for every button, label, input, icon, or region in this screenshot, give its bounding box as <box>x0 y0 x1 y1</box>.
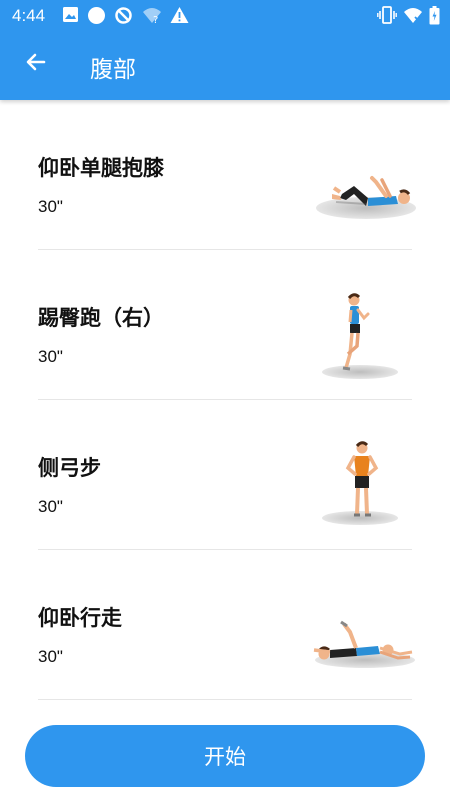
exercise-illustration <box>310 434 420 544</box>
exercise-duration: 30" <box>38 497 63 516</box>
svg-text:?: ? <box>153 15 158 24</box>
exercise-name: 侧弓步 <box>38 456 101 480</box>
exercise-item[interactable]: 仰卧行走 30" <box>38 550 415 700</box>
image-icon <box>62 6 79 27</box>
wifi-off-icon <box>403 6 423 28</box>
exercise-name: 踢臀跑（右） <box>38 306 164 330</box>
exercise-item[interactable]: 侧弓步 30" <box>38 400 412 550</box>
exercise-item[interactable]: 仰卧单腿抱膝 30" <box>38 100 416 250</box>
wifi-unknown-icon: ? <box>142 6 162 28</box>
top-bar: 4:44 ? 腹部 <box>0 0 450 100</box>
exercise-illustration <box>310 284 420 394</box>
page-title: 腹部 <box>90 57 136 83</box>
vibrate-icon <box>377 6 397 28</box>
warning-icon <box>170 6 189 28</box>
circle-icon <box>87 6 106 29</box>
exercise-duration: 30" <box>38 647 63 666</box>
exercise-duration: 30" <box>38 197 63 216</box>
status-bar: 4:44 ? <box>0 0 450 32</box>
exercise-name: 仰卧行走 <box>38 606 122 630</box>
app-bar: 腹部 <box>0 32 450 100</box>
arrow-back-icon <box>24 50 48 78</box>
exercise-duration: 30" <box>38 347 63 366</box>
sync-off-icon <box>114 6 133 29</box>
exercise-illustration <box>310 134 420 244</box>
exercise-name: 仰卧单腿抱膝 <box>38 156 164 180</box>
start-button[interactable]: 开始 <box>25 725 425 787</box>
exercise-item[interactable]: 踢臀跑（右） 30" <box>38 250 412 400</box>
battery-icon <box>429 6 440 29</box>
exercise-illustration <box>310 584 420 694</box>
status-time: 4:44 <box>12 6 46 25</box>
back-button[interactable] <box>14 42 58 86</box>
start-button-label: 开始 <box>204 745 246 769</box>
